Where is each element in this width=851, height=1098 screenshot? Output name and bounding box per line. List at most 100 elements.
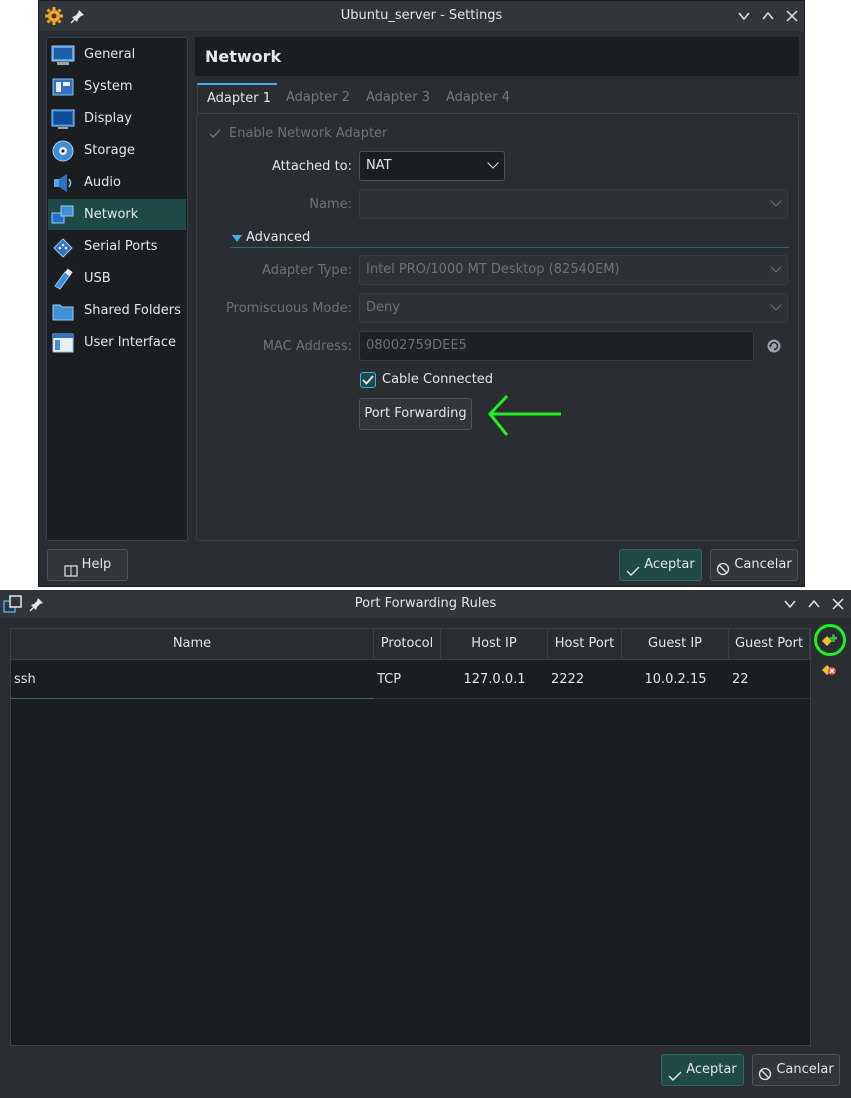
display-icon	[51, 108, 75, 130]
ok-button[interactable]: Aceptar	[661, 1054, 744, 1086]
sidebar-item-label: Shared Folders	[84, 303, 181, 318]
adapter-panel: Enable Network Adapter Attached to: NAT …	[196, 113, 799, 541]
cable-connected-checkbox[interactable]	[360, 372, 376, 388]
sidebar-item-display[interactable]: Display	[48, 103, 186, 134]
cell-guest-ip[interactable]: 10.0.2.15	[622, 661, 729, 699]
mac-address-value: 08002759DEE5	[366, 338, 467, 353]
tab-adapter-4[interactable]: Adapter 4	[437, 83, 519, 113]
network-icon	[51, 204, 75, 226]
serial-ports-icon	[51, 236, 75, 258]
cancel-icon	[716, 558, 730, 575]
sidebar-item-system[interactable]: System	[48, 71, 186, 102]
page-header: Network	[195, 37, 799, 76]
storage-icon	[51, 140, 75, 162]
sidebar-item-storage[interactable]: Storage	[48, 135, 186, 166]
column-header-guest-ip[interactable]: Guest IP	[622, 629, 729, 660]
chevron-down-icon	[770, 195, 782, 207]
enable-adapter-checkbox[interactable]: Enable Network Adapter	[229, 126, 387, 141]
sidebar-item-network[interactable]: Network	[48, 199, 186, 230]
close-icon[interactable]	[828, 594, 848, 614]
cancel-button[interactable]: Cancelar	[752, 1054, 840, 1086]
maximize-icon[interactable]	[758, 6, 778, 26]
sidebar-item-label: Serial Ports	[84, 239, 158, 254]
sidebar-item-serial-ports[interactable]: Serial Ports	[48, 231, 186, 262]
settings-window: Ubuntu_server - Settings General System …	[38, 0, 805, 587]
chevron-down-icon	[770, 299, 782, 311]
chevron-down-icon	[770, 261, 782, 273]
sidebar-item-shared-folders[interactable]: Shared Folders	[48, 295, 186, 326]
adapter-type-value: Intel PRO/1000 MT Desktop (82540EM)	[366, 262, 620, 277]
cancel-label: Cancelar	[734, 557, 792, 572]
adapter-type-select[interactable]: Intel PRO/1000 MT Desktop (82540EM)	[359, 255, 788, 285]
green-circle-annotation	[813, 623, 847, 657]
window-title: Ubuntu_server - Settings	[340, 8, 503, 23]
sidebar-item-usb[interactable]: USB	[48, 263, 186, 294]
ok-label: Aceptar	[644, 557, 695, 572]
sidebar-item-label: System	[84, 79, 133, 94]
minimize-icon[interactable]	[780, 594, 800, 614]
tab-adapter-1[interactable]: Adapter 1	[197, 83, 281, 115]
port-forwarding-button[interactable]: Port Forwarding	[359, 398, 472, 430]
advanced-divider	[230, 247, 789, 248]
promiscuous-mode-select[interactable]: Deny	[359, 293, 788, 323]
mac-address-label: MAC Address:	[262, 339, 352, 354]
mac-address-input[interactable]: 08002759DEE5	[359, 331, 754, 361]
column-header-host-ip[interactable]: Host IP	[441, 629, 548, 660]
sidebar-item-label: Display	[84, 111, 132, 126]
maximize-icon[interactable]	[804, 594, 824, 614]
sidebar-item-label: USB	[84, 271, 111, 286]
cancel-label: Cancelar	[776, 1062, 834, 1077]
column-header-protocol[interactable]: Protocol	[374, 629, 441, 660]
shared-folders-icon	[51, 300, 75, 322]
help-label: Help	[81, 557, 112, 572]
name-select[interactable]	[359, 189, 788, 219]
sidebar-item-general[interactable]: General	[48, 39, 186, 70]
sidebar-item-label: User Interface	[84, 335, 176, 350]
sidebar-item-label: Storage	[84, 143, 135, 158]
cell-host-ip[interactable]: 127.0.0.1	[441, 661, 548, 699]
usb-icon	[51, 268, 75, 290]
port-forwarding-titlebar[interactable]: Port Forwarding Rules	[0, 590, 851, 618]
column-header-host-port[interactable]: Host Port	[548, 629, 622, 660]
sidebar-item-label: Network	[84, 207, 139, 222]
attached-to-select[interactable]: NAT	[359, 151, 505, 181]
column-header-guest-port[interactable]: Guest Port	[729, 629, 810, 660]
sidebar-item-user-interface[interactable]: User Interface	[48, 327, 186, 358]
general-icon	[51, 44, 75, 66]
sidebar-item-audio[interactable]: Audio	[48, 167, 186, 198]
cell-protocol[interactable]: TCP	[374, 661, 441, 699]
minimize-icon[interactable]	[734, 6, 754, 26]
promiscuous-mode-value: Deny	[366, 300, 400, 315]
tab-adapter-2[interactable]: Adapter 2	[277, 83, 359, 113]
triangle-down-icon[interactable]	[232, 232, 242, 242]
page-title: Network	[205, 47, 282, 66]
tab-adapter-3[interactable]: Adapter 3	[357, 83, 439, 113]
cell-name[interactable]: ssh	[11, 661, 374, 699]
cell-guest-port[interactable]: 22	[729, 661, 810, 699]
system-icon	[51, 76, 75, 98]
cable-connected-label[interactable]: Cable Connected	[382, 372, 493, 387]
arrow-left-icon	[487, 393, 565, 439]
refresh-icon[interactable]	[766, 338, 782, 354]
advanced-toggle[interactable]: Advanced	[246, 230, 310, 245]
help-icon	[64, 559, 78, 577]
settings-titlebar[interactable]: Ubuntu_server - Settings	[39, 1, 804, 31]
close-icon[interactable]	[782, 6, 802, 26]
help-button[interactable]: Help	[47, 549, 128, 581]
port-forwarding-window: Port Forwarding Rules Name Protocol Host…	[0, 590, 851, 1098]
ok-label: Aceptar	[686, 1062, 737, 1077]
sidebar-item-label: General	[84, 47, 136, 62]
cell-host-port[interactable]: 2222	[548, 661, 622, 699]
check-icon	[209, 128, 221, 140]
column-header-name[interactable]: Name	[11, 629, 374, 660]
cancel-button[interactable]: Cancelar	[710, 549, 798, 581]
user-interface-icon	[51, 332, 75, 354]
adapter-type-label: Adapter Type:	[262, 263, 352, 278]
window-title: Port Forwarding Rules	[354, 596, 497, 611]
rules-table: Name Protocol Host IP Host Port Guest IP…	[10, 628, 811, 1046]
remove-rule-icon[interactable]	[820, 662, 838, 678]
sidebar-item-label: Audio	[84, 175, 121, 190]
settings-sidebar: General System Display Storage Audio Net…	[46, 37, 188, 541]
name-label: Name:	[309, 197, 352, 212]
ok-button[interactable]: Aceptar	[619, 549, 702, 581]
